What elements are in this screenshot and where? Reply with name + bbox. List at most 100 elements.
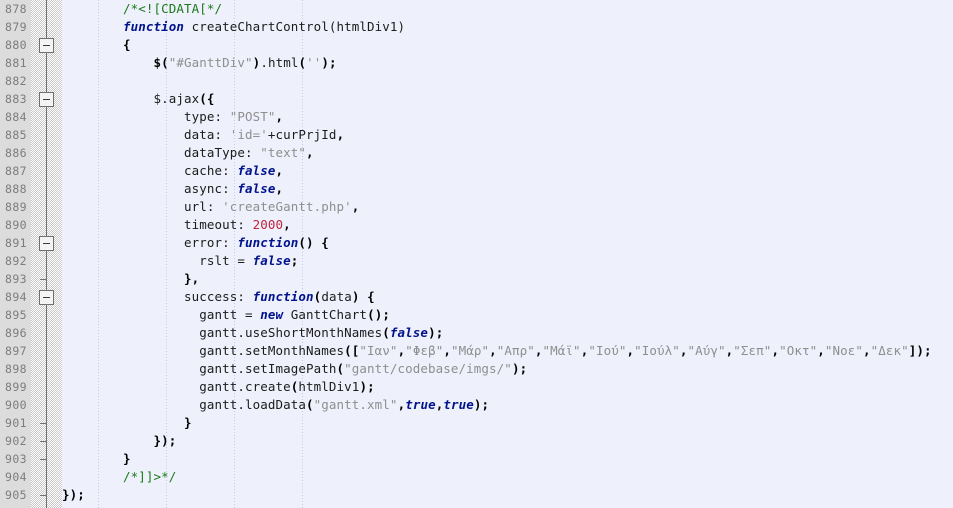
code-line[interactable]: rslt = false;	[62, 252, 953, 270]
code-line[interactable]: });	[62, 432, 953, 450]
code-lines: /*<![CDATA[*/ function createChartContro…	[62, 0, 953, 504]
code-token-pun: );	[511, 361, 528, 376]
code-token-pln	[62, 163, 184, 178]
line-number: 904	[5, 470, 27, 484]
code-token-pln: rslt =	[199, 253, 253, 268]
code-token-pln	[62, 235, 184, 250]
code-token-pun: ,	[771, 343, 780, 358]
code-token-pln: cache:	[184, 163, 238, 178]
code-token-pln: createChartControl(htmlDiv1)	[184, 19, 406, 34]
code-line[interactable]: function createChartControl(htmlDiv1)	[62, 18, 953, 36]
code-token-pun: });	[153, 433, 177, 448]
code-line[interactable]: gantt.loadData("gantt.xml",true,true);	[62, 396, 953, 414]
code-line[interactable]: success: function(data) {	[62, 288, 953, 306]
code-line[interactable]: $("#GanttDiv").html('');	[62, 54, 953, 72]
code-token-pln	[62, 343, 199, 358]
code-line[interactable]: type: "POST",	[62, 108, 953, 126]
code-line[interactable]: gantt.useShortMonthNames(false);	[62, 324, 953, 342]
code-token-pln	[62, 361, 199, 376]
code-line[interactable]: async: false,	[62, 180, 953, 198]
code-token-pun: ,	[534, 343, 543, 358]
code-token-kw: false	[252, 253, 291, 268]
fold-toggle-collapse-icon[interactable]	[39, 92, 54, 107]
line-number: 902	[5, 434, 27, 448]
code-token-str: "Μάϊ"	[542, 343, 581, 358]
code-token-pun: ,	[283, 217, 291, 232]
code-token-str: "Δεκ"	[870, 343, 909, 358]
fold-hierarchy-line	[46, 0, 47, 508]
code-token-pun: );	[321, 55, 337, 70]
code-line[interactable]: }	[62, 450, 953, 468]
code-line[interactable]: gantt = new GanttChart();	[62, 306, 953, 324]
code-token-str: "Ιού"	[588, 343, 627, 358]
code-line[interactable]: dataType: "text",	[62, 144, 953, 162]
code-line[interactable]: {	[62, 36, 953, 54]
code-line[interactable]: gantt.setImagePath("gantt/codebase/imgs/…	[62, 360, 953, 378]
code-token-pln: gantt.useShortMonthNames	[199, 325, 383, 340]
code-token-pun: ();	[367, 307, 390, 322]
code-token-kw: new	[260, 307, 284, 322]
code-token-pln	[62, 271, 184, 286]
code-token-pln	[62, 199, 184, 214]
code-token-str: "Ιούλ"	[634, 343, 680, 358]
code-line[interactable]	[62, 72, 953, 90]
code-token-kw: false	[389, 325, 429, 340]
code-token-pun: $(	[153, 55, 169, 70]
code-token-pln	[62, 181, 184, 196]
code-line[interactable]: url: 'createGantt.php',	[62, 198, 953, 216]
code-token-kw: true	[443, 397, 474, 412]
code-line[interactable]: timeout: 2000,	[62, 216, 953, 234]
code-token-pun: ({	[199, 91, 215, 106]
line-number: 895	[5, 308, 27, 322]
code-line[interactable]: });	[62, 486, 953, 504]
code-token-pun: },	[184, 271, 200, 286]
code-token-pln	[62, 37, 123, 52]
code-line[interactable]: }	[62, 414, 953, 432]
code-token-pun: ,	[863, 343, 871, 358]
code-token-pln	[62, 289, 184, 304]
code-token-pun: (	[306, 397, 314, 412]
fold-toggle-collapse-icon[interactable]	[39, 236, 54, 251]
code-token-pln: gantt.setImagePath	[199, 361, 337, 376]
code-token-kw: true	[405, 397, 436, 412]
fold-region-end-marker	[40, 459, 47, 460]
code-line[interactable]: gantt.setMonthNames(["Ιαν","Φεβ","Μάρ","…	[62, 342, 953, 360]
fold-toggle-collapse-icon[interactable]	[39, 38, 54, 53]
code-folding-gutter[interactable]	[31, 0, 62, 508]
fold-region-end-marker	[40, 441, 47, 442]
code-line[interactable]: gantt.create(htmlDiv1);	[62, 378, 953, 396]
code-token-pun: ([	[344, 343, 360, 358]
code-token-pln	[62, 379, 199, 394]
code-line[interactable]: /*<![CDATA[*/	[62, 0, 953, 18]
code-token-pun: ,	[351, 199, 360, 214]
code-text-area[interactable]: /*<![CDATA[*/ function createChartContro…	[62, 0, 953, 508]
code-token-pln: success:	[184, 289, 253, 304]
code-line[interactable]: $.ajax({	[62, 90, 953, 108]
code-token-str: "Ιαν"	[359, 343, 398, 358]
line-number: 879	[5, 20, 27, 34]
code-token-pln: GanttChart	[283, 307, 368, 322]
code-token-pln: dataType:	[184, 145, 261, 160]
code-token-pun: ,	[275, 163, 284, 178]
code-token-pun: );	[359, 379, 375, 394]
code-token-pun: ,	[336, 127, 345, 142]
code-token-pln	[62, 307, 199, 322]
code-editor[interactable]: 878 879 880 881 882 883 884 885 886 887 888 889 890 8…	[0, 0, 953, 508]
fold-toggle-collapse-icon[interactable]	[39, 290, 54, 305]
code-token-str: 'id='	[229, 127, 268, 142]
code-token-pln	[62, 415, 184, 430]
code-token-pln: gantt =	[199, 307, 261, 322]
code-token-pln	[62, 19, 123, 34]
code-line[interactable]: /*]]>*/	[62, 468, 953, 486]
code-line[interactable]: },	[62, 270, 953, 288]
code-line[interactable]: cache: false,	[62, 162, 953, 180]
line-number: 896	[5, 326, 27, 340]
code-line[interactable]: data: 'id='+curPrjId,	[62, 126, 953, 144]
code-token-str: "Οκτ"	[779, 343, 818, 358]
code-token-str: "text"	[260, 145, 307, 160]
line-number: 900	[5, 398, 27, 412]
code-token-kw: false	[237, 181, 276, 196]
code-token-pln	[62, 433, 154, 448]
code-token-pln: data:	[184, 127, 230, 142]
code-line[interactable]: error: function() {	[62, 234, 953, 252]
